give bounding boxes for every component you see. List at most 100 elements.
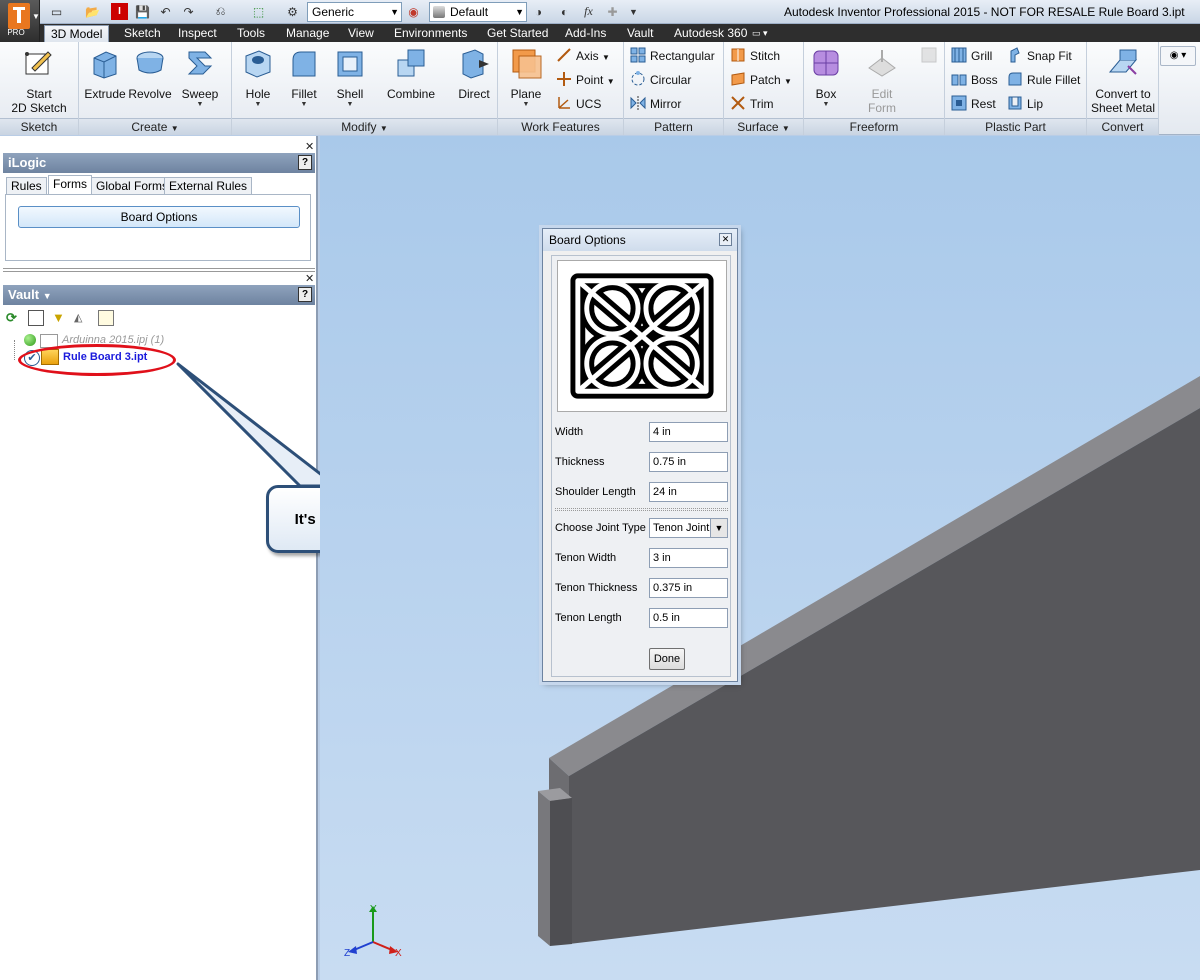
rectangular-label: Rectangular bbox=[650, 49, 715, 63]
lip-button[interactable]: Lip bbox=[1007, 94, 1043, 114]
patch-label: Patch bbox=[750, 73, 781, 87]
circular-pattern-button[interactable]: Circular bbox=[630, 70, 691, 90]
tab-add-ins[interactable]: Add-Ins bbox=[559, 25, 612, 42]
tenon-side-face bbox=[538, 791, 550, 946]
boss-label: Boss bbox=[971, 73, 998, 87]
rule-fillet-label: Rule Fillet bbox=[1027, 73, 1081, 87]
edit-form-button[interactable]: Edit Form bbox=[860, 46, 904, 115]
axis-button[interactable]: Axis ▼ bbox=[556, 46, 610, 66]
rule-fillet-button[interactable]: Rule Fillet bbox=[1007, 70, 1080, 90]
trim-button[interactable]: Trim bbox=[730, 94, 774, 114]
adjust-icon[interactable]: ◑ bbox=[530, 3, 547, 20]
grill-button[interactable]: Grill bbox=[951, 46, 992, 66]
thickness-input[interactable]: 0.75 in bbox=[649, 452, 728, 472]
joint-type-label: Choose Joint Type bbox=[555, 522, 646, 534]
snap-fit-label: Snap Fit bbox=[1027, 49, 1072, 63]
plane-button[interactable]: Plane ▼ bbox=[504, 46, 548, 109]
trim-label: Trim bbox=[750, 97, 774, 111]
plus-icon[interactable]: ✚ bbox=[604, 3, 621, 20]
freeform-box-icon bbox=[813, 50, 839, 76]
chevron-down-icon[interactable]: ▼ bbox=[710, 519, 727, 537]
surface-group-label[interactable]: Surface ▼ bbox=[724, 118, 803, 135]
boss-icon bbox=[951, 74, 967, 86]
tenon-width-input[interactable]: 3 in bbox=[649, 548, 728, 568]
ribbon-group-convert: Convert to Sheet Metal Convert bbox=[1087, 42, 1159, 135]
stitch-icon bbox=[731, 48, 745, 62]
ribbon-group-pattern: Rectangular Circular Mirror Pattern bbox=[624, 42, 724, 135]
rectangular-pattern-button[interactable]: Rectangular bbox=[630, 46, 715, 66]
grill-label: Grill bbox=[971, 49, 993, 63]
snap-fit-button[interactable]: Snap Fit bbox=[1007, 46, 1072, 66]
mirror-label: Mirror bbox=[650, 97, 682, 111]
convert-group-label: Convert bbox=[1087, 118, 1158, 135]
mirror-icon bbox=[630, 96, 646, 110]
width-label: Width bbox=[555, 426, 584, 438]
dialog-separator bbox=[555, 508, 728, 511]
window-title: Autodesk Inventor Professional 2015 - NO… bbox=[784, 5, 1185, 19]
shoulder-length-label: Shoulder Length bbox=[555, 486, 636, 498]
mirror-button[interactable]: Mirror bbox=[630, 94, 681, 114]
pattern-group-label: Pattern bbox=[624, 118, 723, 135]
dialog-body: Width 4 in Thickness 0.75 in Shoulder Le… bbox=[551, 255, 731, 677]
chevron-down-icon: ▼ bbox=[522, 101, 530, 108]
form-label: Form bbox=[868, 101, 896, 115]
tab-overflow-icon[interactable]: ▭ ▾ bbox=[746, 25, 774, 42]
stitch-button[interactable]: Stitch bbox=[730, 46, 780, 66]
ucs-button[interactable]: UCS bbox=[556, 94, 601, 114]
ribbon-group-freeform: Box ▼ Edit Form Freeform bbox=[804, 42, 945, 135]
lip-label: Lip bbox=[1027, 97, 1044, 111]
direct-edit-icon bbox=[462, 49, 489, 79]
triad-x-label: X bbox=[395, 948, 402, 959]
snap-fit-icon bbox=[1010, 47, 1020, 63]
tenon-front-face bbox=[550, 798, 572, 946]
sheet-metal-label: Sheet Metal bbox=[1090, 101, 1156, 115]
shoulder-length-input[interactable]: 24 in bbox=[649, 482, 728, 502]
thickness-label: Thickness bbox=[555, 456, 605, 468]
trim-icon bbox=[731, 96, 745, 110]
ribbon-group-plastic-part: Grill Boss Rest Snap Fit Rule Fillet Lip… bbox=[945, 42, 1087, 135]
chevron-down-icon: ▼ bbox=[602, 53, 610, 62]
graphics-viewport[interactable]: Y Z X bbox=[320, 136, 1200, 980]
chevron-down-icon: ▼ bbox=[784, 77, 792, 86]
boss-button[interactable]: Boss bbox=[951, 70, 998, 90]
customize-arrow-icon[interactable]: ▼ bbox=[625, 3, 642, 20]
shoulder-length-row: Shoulder Length 24 in bbox=[555, 482, 730, 504]
convert-to-label: Convert to bbox=[1095, 87, 1151, 101]
plane-icon bbox=[512, 49, 542, 79]
close-icon[interactable]: ✕ bbox=[719, 233, 732, 246]
tab-autodesk-360[interactable]: Autodesk 360 bbox=[668, 25, 753, 42]
clear-override-icon[interactable]: ◐ bbox=[556, 3, 573, 20]
freeform-extra-icon[interactable] bbox=[920, 46, 938, 64]
surface-label: Surface bbox=[737, 120, 779, 134]
circular-pattern-icon bbox=[631, 71, 645, 86]
width-input[interactable]: 4 in bbox=[649, 422, 728, 442]
dialog-title: Board Options bbox=[543, 229, 737, 251]
fx-icon[interactable]: fx bbox=[580, 3, 597, 20]
rest-button[interactable]: Rest bbox=[951, 94, 996, 114]
edit-label: Edit bbox=[871, 87, 893, 101]
convert-to-sheet-metal-button[interactable]: Convert to Sheet Metal bbox=[1089, 46, 1157, 115]
chevron-down-icon: ▼ bbox=[822, 101, 830, 108]
freeform-group-label: Freeform bbox=[804, 118, 944, 135]
rest-icon bbox=[951, 95, 967, 111]
ribbon-options-button[interactable]: ◉ ▾ bbox=[1160, 46, 1196, 66]
thickness-row: Thickness 0.75 in bbox=[555, 452, 730, 474]
tab-vault[interactable]: Vault bbox=[621, 25, 659, 42]
done-button[interactable]: Done bbox=[649, 648, 685, 670]
triad-z-label: Z bbox=[344, 948, 351, 959]
box-button[interactable]: Box ▼ bbox=[806, 46, 846, 109]
point-button[interactable]: Point ▼ bbox=[556, 70, 615, 90]
tenon-thickness-row: Tenon Thickness 0.375 in bbox=[555, 578, 730, 600]
tenon-thickness-input[interactable]: 0.375 in bbox=[649, 578, 728, 598]
rule-fillet-icon bbox=[1008, 72, 1022, 86]
joint-type-row: Choose Joint Type Tenon Joint ▼ bbox=[555, 518, 730, 540]
ribbon-group-surface: Stitch Patch ▼ Trim Surface ▼ bbox=[724, 42, 804, 135]
tenon-width-label: Tenon Width bbox=[555, 552, 617, 564]
board-model bbox=[538, 376, 1200, 946]
tab-get-started[interactable]: Get Started bbox=[481, 25, 554, 42]
joint-type-select[interactable]: Tenon Joint ▼ bbox=[649, 518, 728, 538]
patch-button[interactable]: Patch ▼ bbox=[730, 70, 792, 90]
point-icon bbox=[557, 72, 571, 86]
chevron-down-icon: ▼ bbox=[515, 7, 524, 17]
tenon-length-input[interactable]: 0.5 in bbox=[649, 608, 728, 628]
